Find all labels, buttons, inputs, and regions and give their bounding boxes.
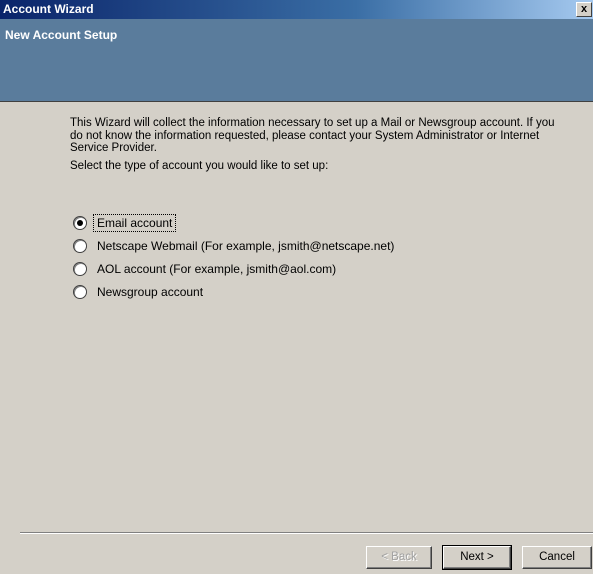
option-label[interactable]: Netscape Webmail (For example, jsmith@ne…: [97, 239, 394, 253]
netscape-webmail-radio[interactable]: [73, 238, 87, 253]
option-aol-account[interactable]: AOL account (For example, jsmith@aol.com…: [73, 257, 394, 280]
window-title: Account Wizard: [3, 2, 94, 16]
aol-account-radio[interactable]: [73, 261, 87, 276]
page-title: New Account Setup: [5, 28, 118, 42]
account-type-options: Email account Netscape Webmail (For exam…: [73, 211, 394, 303]
option-label[interactable]: Newsgroup account: [97, 285, 203, 299]
option-label[interactable]: Email account: [93, 213, 177, 232]
back-button[interactable]: < Back: [366, 546, 432, 569]
newsgroup-account-radio[interactable]: [73, 284, 87, 299]
radio-selected-dot: [77, 219, 83, 226]
close-icon: x: [580, 3, 588, 15]
account-wizard-window: Account Wizard x New Account Setup This …: [0, 0, 593, 574]
email-account-radio[interactable]: [73, 215, 87, 230]
prompt-text: Select the type of account you would lik…: [70, 159, 329, 172]
option-label[interactable]: AOL account (For example, jsmith@aol.com…: [97, 262, 336, 276]
button-separator: [20, 532, 593, 534]
cancel-button[interactable]: Cancel: [522, 546, 592, 569]
description-text: This Wizard will collect the information…: [70, 117, 555, 154]
option-netscape-webmail[interactable]: Netscape Webmail (For example, jsmith@ne…: [73, 234, 394, 257]
title-bar[interactable]: Account Wizard x: [0, 0, 593, 19]
close-button[interactable]: x: [576, 2, 592, 17]
wizard-content: This Wizard will collect the information…: [70, 117, 570, 173]
next-button[interactable]: Next >: [442, 545, 512, 570]
option-email-account[interactable]: Email account: [73, 211, 394, 234]
option-newsgroup-account[interactable]: Newsgroup account: [73, 280, 394, 303]
